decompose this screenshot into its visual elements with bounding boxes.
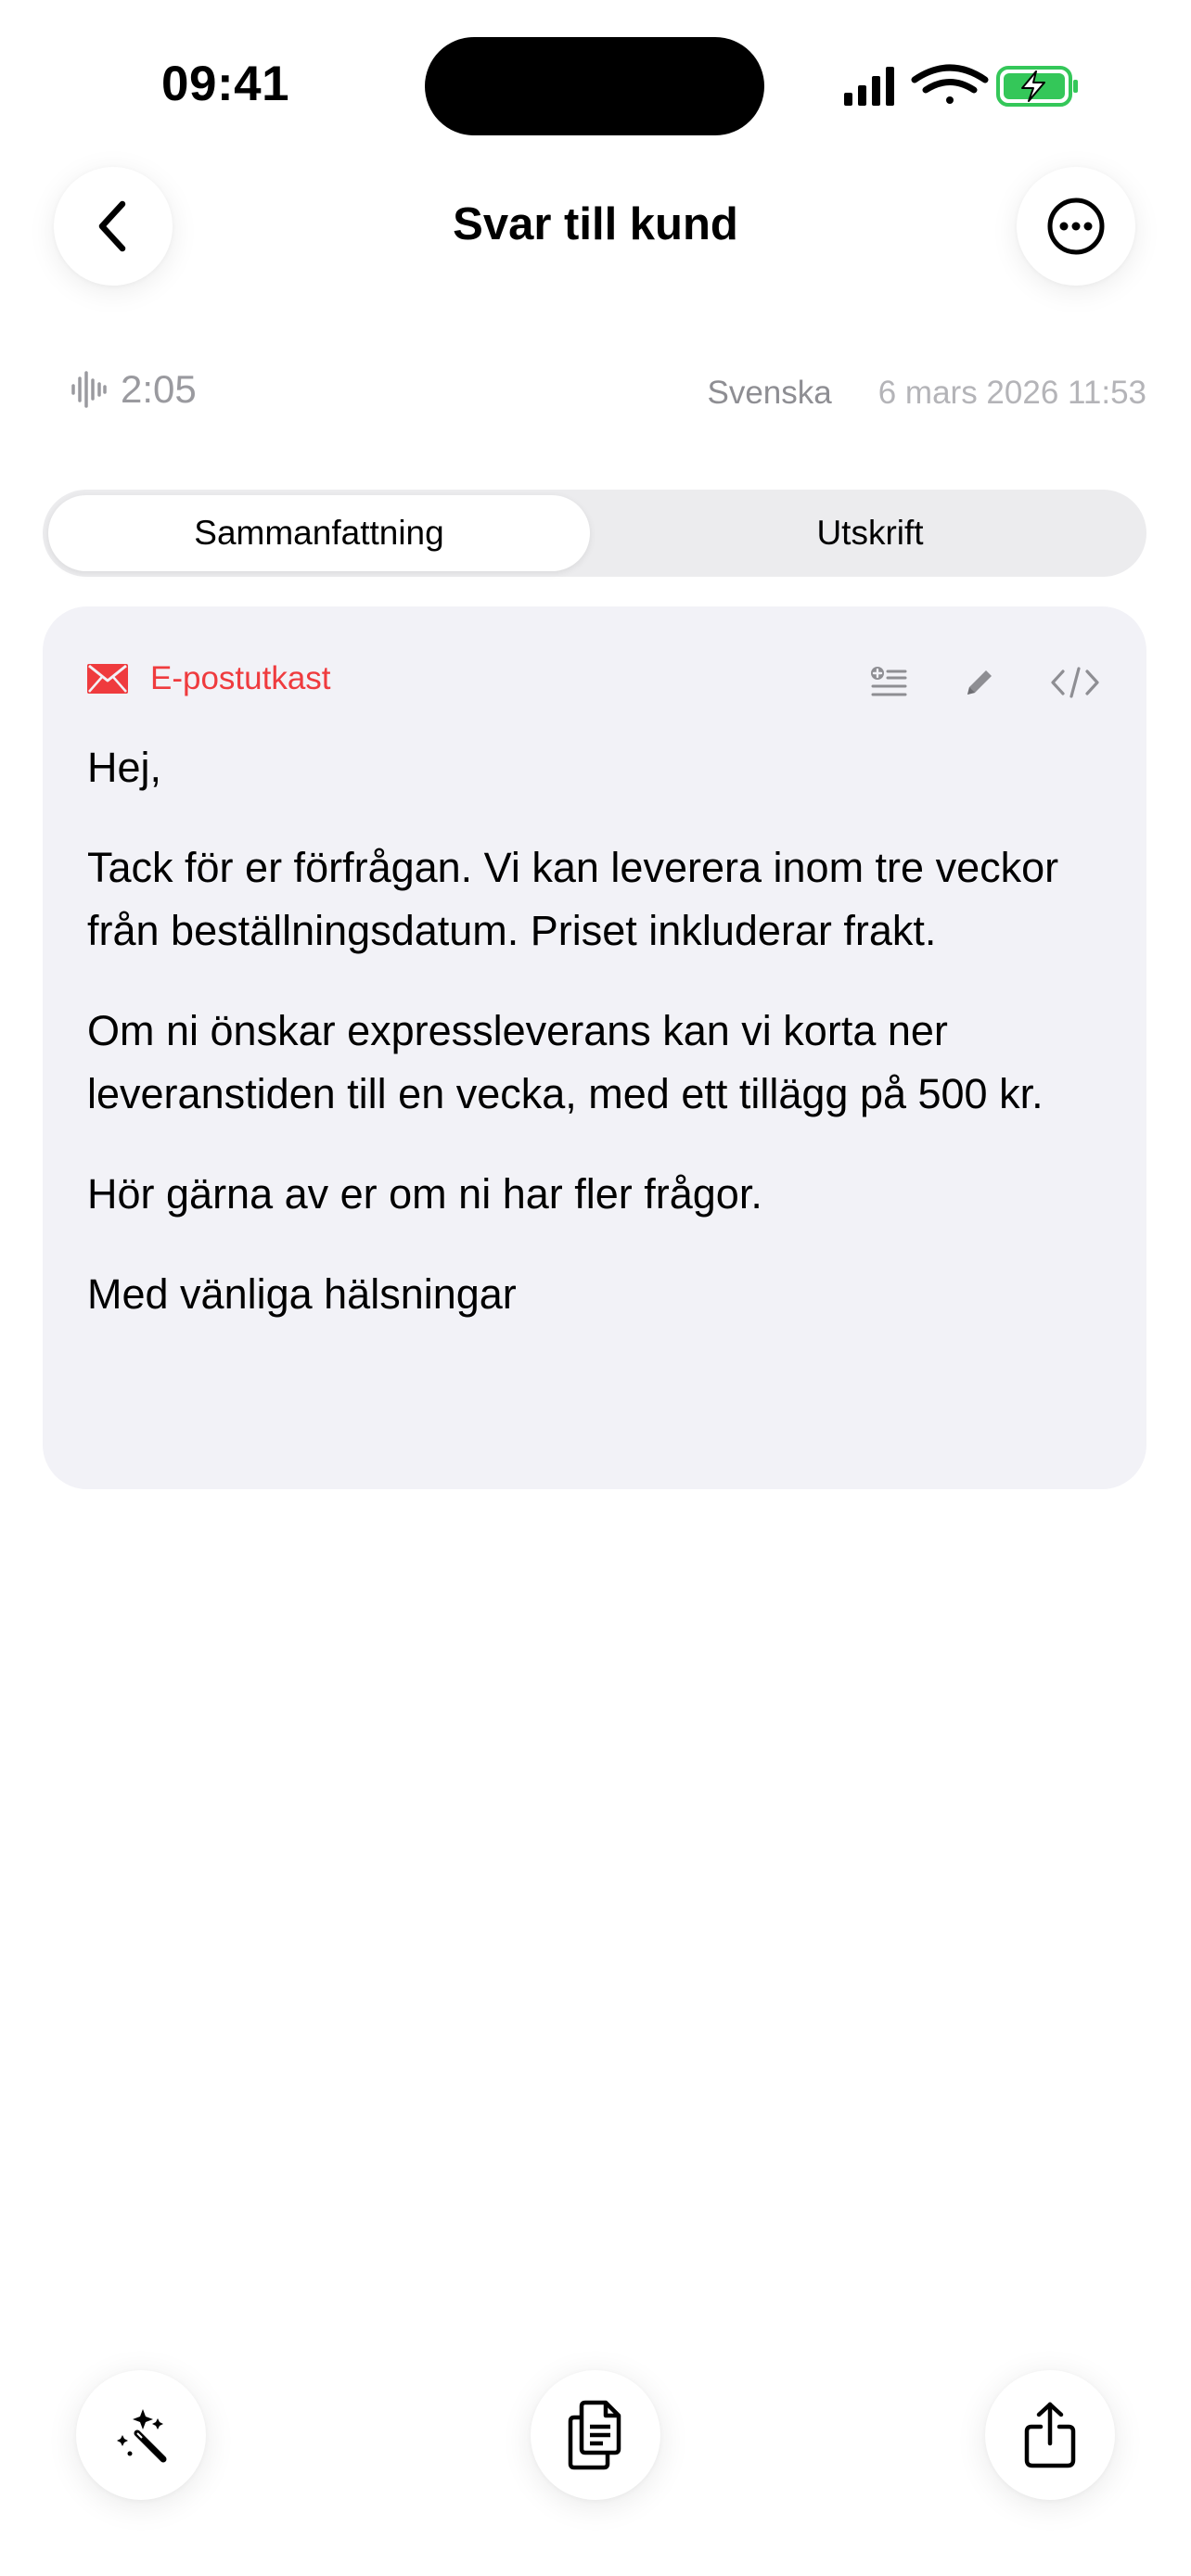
envelope-icon — [87, 664, 128, 694]
email-draft-card: E-postutkast Hej, Tack för er förfrågan.… — [43, 606, 1146, 1489]
add-to-list-button[interactable] — [866, 660, 911, 705]
email-paragraph: Hej, — [87, 744, 162, 791]
recording-meta: 2:05 Svenska 6 mars 2026 11:53 — [0, 367, 1191, 423]
cellular-signal-icon — [844, 67, 894, 106]
share-button[interactable] — [985, 2370, 1115, 2500]
page-title: Svar till kund — [453, 199, 738, 249]
dynamic-island — [425, 37, 764, 135]
battery-charging-icon — [996, 66, 1078, 107]
status-time: 09:41 — [161, 57, 290, 111]
copy-icon — [568, 2400, 621, 2470]
wifi-icon — [911, 64, 989, 104]
waveform-icon — [71, 371, 107, 408]
email-paragraph: Med vänliga hälsningar — [87, 1270, 517, 1318]
ellipsis-circle-icon — [1047, 198, 1105, 255]
card-tools — [866, 660, 1102, 705]
email-paragraph: Om ni önskar expressleverans kan vi kort… — [87, 1007, 1044, 1117]
email-paragraph: Tack för er förfrågan. Vi kan leverera i… — [87, 844, 1059, 954]
card-type-label: E-postutkast — [150, 660, 331, 696]
duration-text: 2:05 — [121, 367, 197, 411]
email-paragraph: Hör gärna av er om ni har fler frågor. — [87, 1170, 762, 1218]
email-body[interactable]: Hej, Tack för er förfrågan. Vi kan lever… — [87, 736, 1108, 1326]
card-header: E-postutkast — [87, 660, 1102, 712]
pencil-icon — [967, 670, 992, 695]
status-bar: 09:41 — [0, 0, 1191, 148]
share-icon — [1024, 2402, 1076, 2468]
duration: 2:05 — [70, 367, 197, 412]
card-type: E-postutkast — [87, 660, 331, 697]
code-icon — [1051, 667, 1099, 698]
add-list-icon — [871, 667, 907, 696]
tab-transcript[interactable]: Utskrift — [599, 495, 1141, 571]
view-segmented-control: Sammanfattning Utskrift — [43, 490, 1146, 577]
edit-button[interactable] — [957, 660, 1002, 705]
magic-wand-icon — [117, 2409, 167, 2463]
more-button[interactable] — [1017, 167, 1135, 286]
status-icons — [844, 64, 1078, 107]
magic-button[interactable] — [76, 2370, 206, 2500]
recording-datetime: 6 mars 2026 11:53 — [877, 375, 1146, 411]
language-label[interactable]: Svenska — [707, 375, 831, 412]
code-view-button[interactable] — [1048, 660, 1102, 705]
tab-summary[interactable]: Sammanfattning — [48, 495, 590, 571]
copy-button[interactable] — [531, 2370, 660, 2500]
